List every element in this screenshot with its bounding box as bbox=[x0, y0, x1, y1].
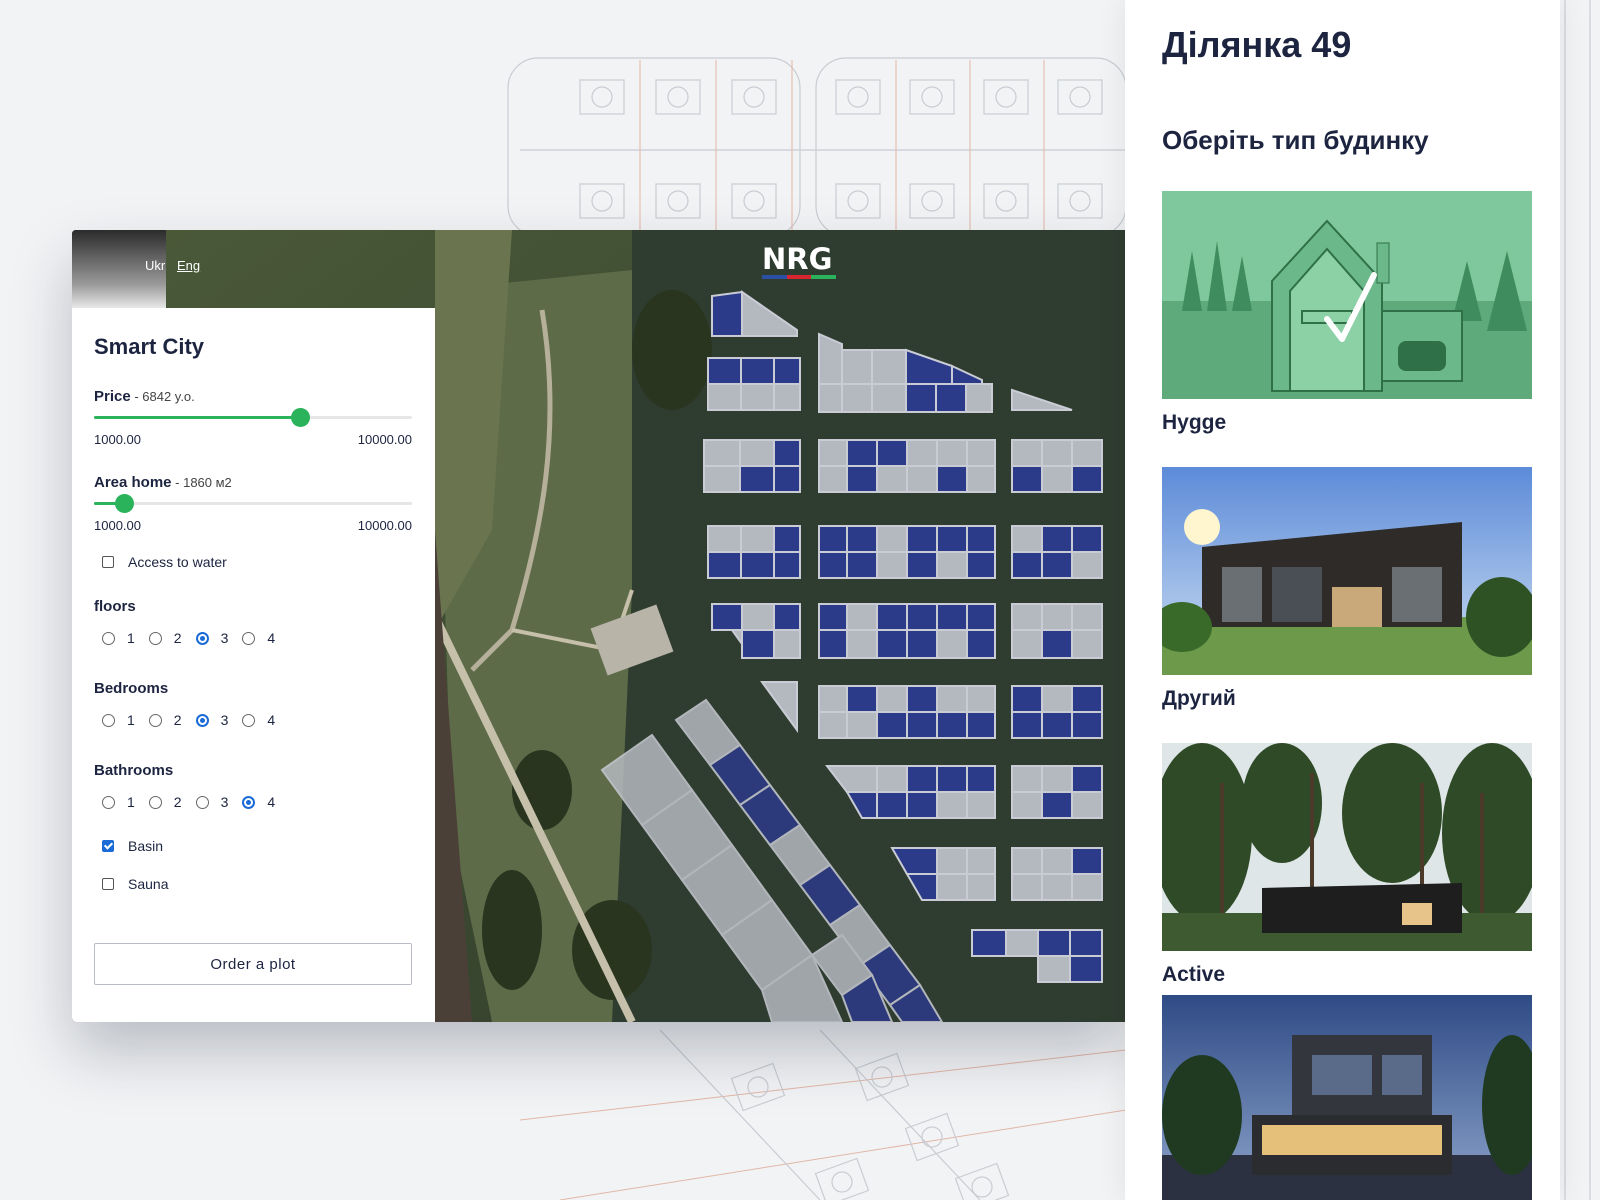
bedrooms-option-label: 2 bbox=[173, 712, 182, 728]
floors-radio-group: 1 2 3 4 bbox=[102, 630, 289, 646]
floors-label: floors bbox=[94, 598, 136, 615]
bedrooms-option-label: 3 bbox=[220, 712, 229, 728]
area-value: - 1860 м2 bbox=[171, 475, 232, 490]
lang-ukr-link[interactable]: Ukr bbox=[145, 258, 165, 273]
logo-bar-blue bbox=[762, 275, 787, 279]
floors-radio-1[interactable] bbox=[102, 631, 115, 645]
floors-option-label: 4 bbox=[267, 630, 276, 646]
area-min: 1000.00 bbox=[94, 518, 141, 533]
bathrooms-label: Bathrooms bbox=[94, 762, 174, 779]
logo-bar-green bbox=[811, 275, 837, 279]
bathrooms-option-label: 1 bbox=[127, 794, 135, 810]
bathrooms-option-3[interactable]: 3 bbox=[195, 794, 229, 810]
bathrooms-option-4[interactable]: 4 bbox=[242, 794, 275, 810]
bedrooms-option-1[interactable]: 1 bbox=[102, 712, 135, 728]
bathrooms-option-label: 4 bbox=[267, 794, 276, 810]
house-name-second: Другий bbox=[1162, 687, 1236, 710]
house-image-active bbox=[1162, 743, 1532, 951]
sauna-label: Sauna bbox=[128, 876, 169, 892]
house-card-fourth[interactable] bbox=[1162, 995, 1532, 1200]
logo-color-bar bbox=[762, 275, 837, 279]
floors-option-1[interactable]: 1 bbox=[102, 630, 135, 646]
area-label: Area home - 1860 м2 bbox=[94, 474, 232, 491]
logo-text: NRG bbox=[762, 242, 833, 276]
basin-label: Basin bbox=[128, 838, 164, 854]
price-slider-thumb[interactable] bbox=[291, 408, 311, 427]
price-label: Price - 6842 y.o. bbox=[94, 388, 195, 405]
nrg-logo[interactable]: NRG bbox=[762, 244, 842, 280]
bedrooms-radio-3[interactable] bbox=[195, 713, 209, 727]
filter-panel: Smart City Price - 6842 y.o. 1000.00 100… bbox=[72, 308, 435, 1022]
logo-bar-red bbox=[786, 275, 812, 279]
area-max: 10000.00 bbox=[357, 518, 412, 533]
price-slider-fill bbox=[94, 416, 301, 419]
water-checkbox-row[interactable]: Access to water bbox=[102, 554, 227, 570]
house-name-active: Active bbox=[1162, 963, 1226, 986]
bathrooms-radio-group: 1 2 3 4 bbox=[102, 794, 289, 810]
sauna-checkbox[interactable] bbox=[102, 878, 114, 890]
house-image-hygge bbox=[1162, 191, 1532, 399]
bedrooms-radio-4[interactable] bbox=[242, 713, 256, 727]
plot-details-panel: Ділянка 49 Оберіть тип будинку Hygge Дру… bbox=[1125, 0, 1560, 1200]
bedrooms-option-label: 4 bbox=[267, 712, 276, 728]
area-slider-thumb[interactable] bbox=[115, 494, 135, 513]
bedrooms-option-2[interactable]: 2 bbox=[148, 712, 182, 728]
floors-radio-3[interactable] bbox=[195, 631, 209, 645]
price-min: 1000.00 bbox=[94, 432, 141, 447]
language-switcher: Ukr Eng bbox=[72, 230, 200, 308]
floors-option-label: 3 bbox=[220, 630, 229, 646]
floors-option-2[interactable]: 2 bbox=[148, 630, 182, 646]
house-image-second bbox=[1162, 467, 1532, 675]
price-max: 10000.00 bbox=[357, 432, 412, 447]
floors-radio-4[interactable] bbox=[242, 631, 256, 645]
price-value: - 6842 y.o. bbox=[130, 389, 195, 404]
area-slider[interactable] bbox=[94, 494, 412, 513]
house-card-hygge[interactable]: Hygge bbox=[1162, 191, 1532, 435]
bedrooms-option-3[interactable]: 3 bbox=[195, 712, 229, 728]
price-slider[interactable] bbox=[94, 408, 412, 427]
bedrooms-radio-2[interactable] bbox=[148, 713, 162, 727]
floors-option-4[interactable]: 4 bbox=[242, 630, 275, 646]
filter-title: Smart City bbox=[94, 334, 205, 359]
house-card-second[interactable]: Другий bbox=[1162, 467, 1532, 711]
floors-option-3[interactable]: 3 bbox=[195, 630, 229, 646]
bathrooms-radio-1[interactable] bbox=[102, 795, 115, 809]
price-label-text: Price bbox=[94, 388, 131, 405]
bathrooms-option-label: 2 bbox=[173, 794, 182, 810]
plot-title: Ділянка 49 bbox=[1162, 24, 1352, 65]
bedrooms-option-label: 1 bbox=[127, 712, 135, 728]
bathrooms-radio-3[interactable] bbox=[195, 795, 209, 809]
bathrooms-option-2[interactable]: 2 bbox=[148, 794, 182, 810]
floors-option-label: 2 bbox=[173, 630, 182, 646]
water-checkbox[interactable] bbox=[102, 556, 114, 568]
choose-house-title: Оберіть тип будинку bbox=[1162, 125, 1429, 155]
water-label: Access to water bbox=[128, 554, 227, 570]
bedrooms-option-4[interactable]: 4 bbox=[242, 712, 275, 728]
basin-checkbox-row[interactable]: Basin bbox=[102, 838, 163, 854]
area-label-text: Area home bbox=[94, 474, 172, 491]
sauna-checkbox-row[interactable]: Sauna bbox=[102, 876, 168, 892]
bathrooms-radio-4[interactable] bbox=[242, 795, 256, 809]
house-card-active[interactable]: Active bbox=[1162, 743, 1532, 987]
order-plot-button[interactable]: Order a plot bbox=[94, 943, 412, 985]
bedrooms-radio-group: 1 2 3 4 bbox=[102, 712, 289, 728]
house-name-hygge: Hygge bbox=[1162, 411, 1227, 434]
bathrooms-option-label: 3 bbox=[220, 794, 229, 810]
price-range: 1000.00 10000.00 bbox=[94, 432, 412, 447]
area-range: 1000.00 10000.00 bbox=[94, 518, 412, 533]
map-window: Ukr Eng NRG Smart City Price - 6842 y.o.… bbox=[72, 230, 1126, 1022]
basin-checkbox[interactable] bbox=[102, 840, 114, 852]
lang-eng-link[interactable]: Eng bbox=[177, 258, 200, 273]
bedrooms-radio-1[interactable] bbox=[102, 713, 115, 727]
house-image-fourth bbox=[1162, 995, 1532, 1200]
bathrooms-radio-2[interactable] bbox=[148, 795, 162, 809]
floors-radio-2[interactable] bbox=[148, 631, 162, 645]
floors-option-label: 1 bbox=[127, 630, 135, 646]
bedrooms-label: Bedrooms bbox=[94, 680, 169, 697]
bathrooms-option-1[interactable]: 1 bbox=[102, 794, 135, 810]
